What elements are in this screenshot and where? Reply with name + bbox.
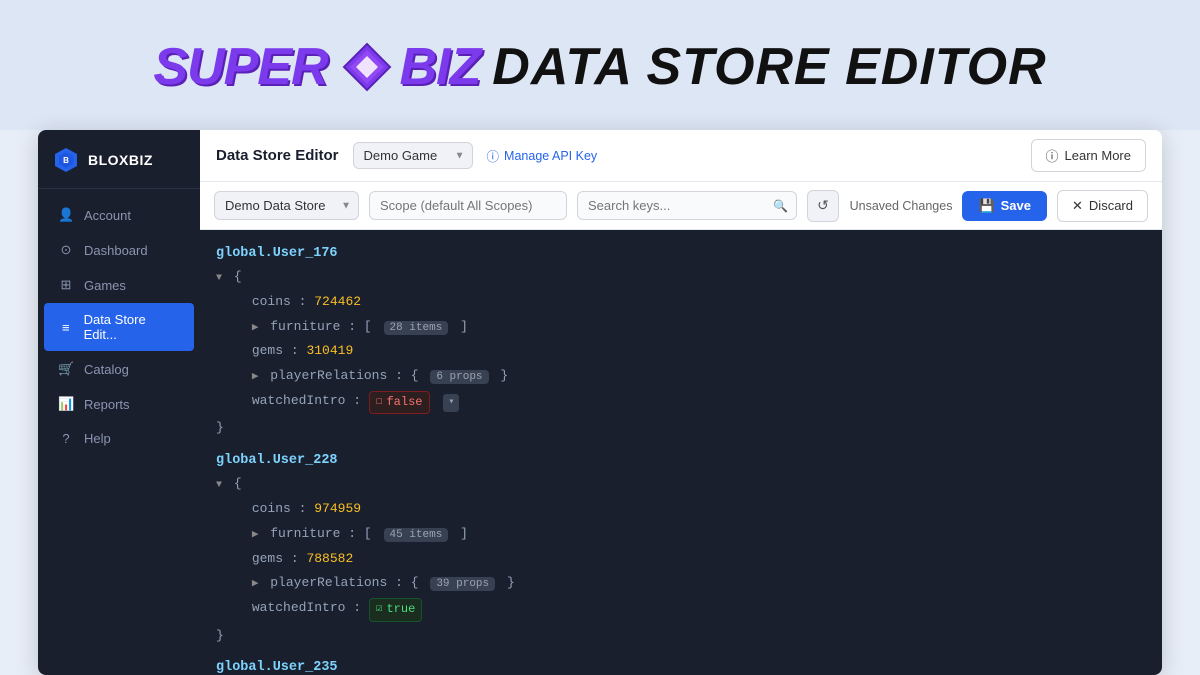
sidebar-item-dashboard-label: Dashboard [84,243,148,258]
search-icon: 🔍 [773,199,788,213]
sidebar-logo: B BLOXBIZ [38,130,200,189]
app-wrapper: B BLOXBIZ 👤 Account ⊙ Dashboard ⊞ Games … [38,130,1162,675]
entry-line: ▼ { [200,265,1162,290]
games-icon: ⊞ [58,277,74,293]
sidebar-item-dashboard[interactable]: ⊙ Dashboard [44,233,194,267]
entry-brace-close-228: } [200,624,1162,649]
discard-button[interactable]: ✕ Discard [1057,190,1148,222]
datastore-icon: ≡ [58,320,74,335]
refresh-icon: ↺ [817,197,829,214]
entry-furniture-228: ▶ furniture : [ 45 items ] [200,522,1162,547]
entry-line-228: ▼ { [200,472,1162,497]
entry-furniture-176: ▶ furniture : [ 28 items ] [200,315,1162,340]
sidebar-item-datastore-label: Data Store Edit... [84,312,180,342]
separator [200,441,1162,449]
search-input[interactable] [577,191,797,220]
learn-more-icon: ⓘ [1046,146,1059,165]
entry-watchedintro-176: watchedIntro : ☐ false ▾ [200,389,1162,416]
refresh-button[interactable]: ↺ [807,190,839,222]
collapse-arrow-user228[interactable]: ▼ [216,480,222,491]
entry-gems-176: gems : 310419 [200,339,1162,364]
entry-key-user235: global.User_235 [200,656,1162,675]
header-bar: Data Store Editor Demo Game ▼ ⓘ Manage A… [200,130,1162,182]
entry-coins-176: coins : 724462 [200,290,1162,315]
entry-coins-228: coins : 974959 [200,497,1162,522]
save-button[interactable]: 💾 Save [962,191,1047,221]
sidebar-item-datastore[interactable]: ≡ Data Store Edit... [44,303,194,351]
sidebar-item-account[interactable]: 👤 Account [44,198,194,232]
sidebar-logo-text: BLOXBIZ [88,152,153,168]
sidebar-item-help[interactable]: ? Help [44,422,194,455]
datastore-select-wrap: Demo Data Store ▼ [214,191,359,220]
svg-text:B: B [63,156,69,165]
sidebar-nav: 👤 Account ⊙ Dashboard ⊞ Games ≡ Data Sto… [38,189,200,675]
data-store-content: global.User_176 ▼ { coins : 724462 ▶ fur… [200,230,1162,675]
bool-dropdown-176[interactable]: ▾ [443,394,459,412]
toolbar-right: Unsaved Changes 💾 Save ✕ Discard [850,190,1148,222]
manage-api-label: Manage API Key [504,149,597,163]
account-icon: 👤 [58,207,74,223]
sidebar-item-catalog-label: Catalog [84,362,129,377]
entry-key-user176: global.User_176 [200,242,1162,265]
expand-furniture-228[interactable]: ▶ [252,529,259,541]
brand-diamond-icon [340,40,394,94]
sidebar-item-help-label: Help [84,431,111,446]
sidebar-item-catalog[interactable]: 🛒 Catalog [44,352,194,386]
discard-icon: ✕ [1072,198,1083,214]
furniture-badge-176: 28 items [384,321,449,335]
info-circle-icon: ⓘ [487,146,500,165]
help-icon: ? [58,431,74,446]
playerrelations-badge-228: 39 props [430,577,495,591]
toolbar: Demo Data Store ▼ 🔍 ↺ Unsaved Changes 💾 … [200,182,1162,230]
sidebar-item-reports[interactable]: 📊 Reports [44,387,194,421]
discard-label: Discard [1089,198,1133,213]
hero-banner: SUPER BIZ DATA STORE EDITOR [0,0,1200,130]
hero-title: SUPER BIZ DATA STORE EDITOR [153,37,1046,97]
catalog-icon: 🛒 [58,361,74,377]
expand-furniture-176[interactable]: ▶ [252,322,259,334]
bool-false-badge-176: ☐ false [369,391,430,414]
entry-gems-228: gems : 788582 [200,547,1162,572]
manage-api-key-link[interactable]: ⓘ Manage API Key [487,146,598,165]
hero-subtitle: DATA STORE EDITOR [492,37,1046,97]
sidebar-logo-icon: B [52,146,80,174]
main-content: Data Store Editor Demo Game ▼ ⓘ Manage A… [200,130,1162,675]
sidebar-item-account-label: Account [84,208,131,223]
playerrelations-badge-176: 6 props [430,370,488,384]
collapse-arrow-user176[interactable]: ▼ [216,273,222,284]
sidebar: B BLOXBIZ 👤 Account ⊙ Dashboard ⊞ Games … [38,130,200,675]
sidebar-item-games-label: Games [84,278,126,293]
expand-playerrelations-228[interactable]: ▶ [252,578,259,590]
brand-biz: BIZ [400,37,481,97]
entry-playerrelations-228: ▶ playerRelations : { 39 props } [200,571,1162,596]
unsaved-changes-label: Unsaved Changes [850,199,953,213]
entry-brace-close-176: } [200,416,1162,441]
bool-true-badge-228: ☑ true [369,598,422,621]
search-wrap: 🔍 [577,191,797,220]
furniture-badge-228: 45 items [384,528,449,542]
learn-more-label: Learn More [1065,148,1131,163]
sidebar-item-games[interactable]: ⊞ Games [44,268,194,302]
entry-watchedintro-228: watchedIntro : ☑ true [200,596,1162,623]
datastore-select[interactable]: Demo Data Store [214,191,359,220]
game-select-wrap: Demo Game ▼ [353,142,473,169]
expand-playerrelations-176[interactable]: ▶ [252,371,259,383]
learn-more-button[interactable]: ⓘ Learn More [1031,139,1147,172]
separator2 [200,648,1162,656]
entry-playerrelations-176: ▶ playerRelations : { 6 props } [200,364,1162,389]
brand-name: SUPER [153,37,327,97]
scope-input[interactable] [369,191,567,220]
save-icon: 💾 [978,198,994,214]
game-select[interactable]: Demo Game [353,142,473,169]
entry-key-user228: global.User_228 [200,449,1162,472]
dashboard-icon: ⊙ [58,242,74,258]
sidebar-item-reports-label: Reports [84,397,130,412]
page-title: Data Store Editor [216,147,339,164]
reports-icon: 📊 [58,396,74,412]
save-label: Save [1001,198,1031,213]
